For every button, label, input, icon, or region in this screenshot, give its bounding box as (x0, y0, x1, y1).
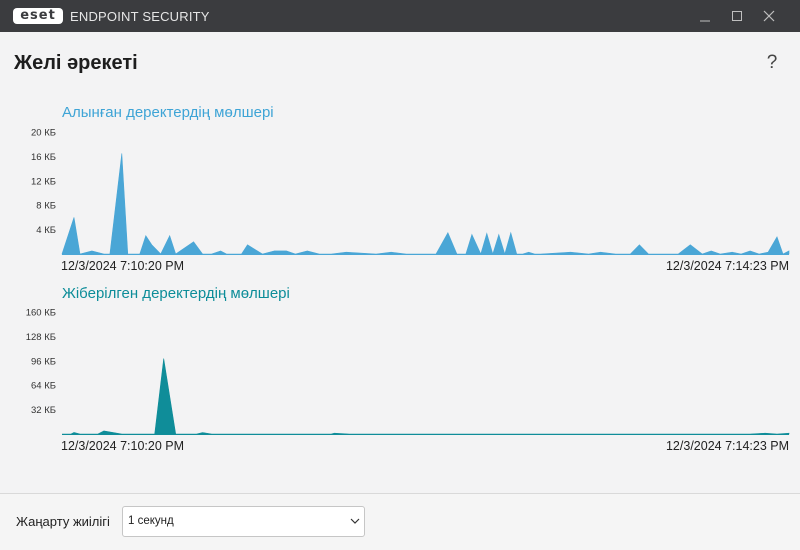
close-button[interactable] (753, 0, 785, 32)
y-tick-label: 160 КБ (26, 308, 56, 319)
received-start-time: 12/3/2024 7:10:20 PM (61, 259, 184, 273)
title-bar: eset ENDPOINT SECURITY (0, 0, 800, 32)
help-icon[interactable]: ? (762, 52, 782, 74)
page-title: Желі әрекеті (14, 52, 138, 74)
app-name: ENDPOINT SECURITY (70, 9, 210, 24)
y-tick-label: 8 КБ (36, 201, 56, 212)
sent-y-axis: 160 КБ 128 КБ 96 КБ 64 КБ 32 КБ (26, 308, 56, 417)
refresh-rate-label: Жаңарту жиілігі (16, 514, 110, 529)
refresh-rate-select[interactable]: 1 секунд (122, 506, 365, 537)
minimize-icon (700, 20, 710, 22)
maximize-button[interactable] (721, 0, 753, 32)
chevron-down-icon (350, 518, 360, 524)
y-tick-label: 20 КБ (31, 128, 56, 139)
maximize-icon (732, 11, 742, 21)
eset-logo-text: eset (20, 8, 56, 23)
y-tick-label: 32 КБ (31, 405, 56, 416)
y-tick-label: 4 КБ (36, 225, 56, 236)
y-tick-label: 64 КБ (31, 381, 56, 392)
y-tick-label: 96 КБ (31, 356, 56, 367)
sent-data-chart: 160 КБ 128 КБ 96 КБ 64 КБ 32 КБ 12/3/2024 7:… (26, 308, 790, 453)
refresh-rate-value: 1 секунд (128, 515, 174, 527)
close-icon (763, 10, 775, 22)
received-y-axis: 20 КБ 16 КБ 12 КБ 8 КБ 4 КБ (31, 128, 56, 237)
eset-logo: eset (13, 8, 63, 24)
footer (0, 494, 800, 550)
sent-start-time: 12/3/2024 7:10:20 PM (61, 439, 184, 453)
y-tick-label: 16 КБ (31, 152, 56, 163)
sent-area-series (62, 358, 790, 435)
received-end-time: 12/3/2024 7:14:23 PM (666, 259, 789, 273)
y-tick-label: 12 КБ (31, 176, 56, 187)
received-area-series (61, 153, 790, 256)
minimize-button[interactable] (689, 0, 721, 32)
sent-end-time: 12/3/2024 7:14:23 PM (666, 439, 789, 453)
y-tick-label: 128 КБ (26, 332, 56, 343)
received-data-chart: 20 КБ 16 КБ 12 КБ 8 КБ 4 КБ 12/3/2024 7:10:2… (31, 128, 790, 273)
